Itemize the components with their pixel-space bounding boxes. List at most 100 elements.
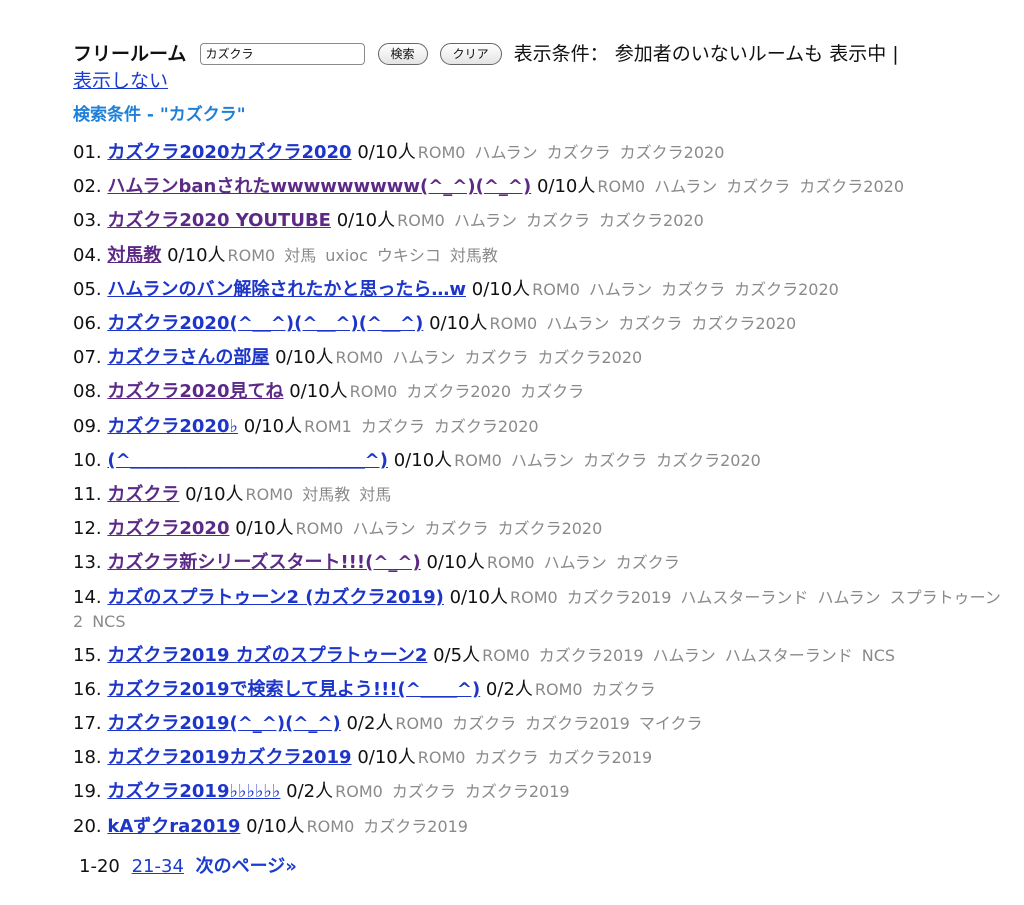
room-tag: カズクラ2020	[734, 279, 839, 299]
search-button[interactable]: 検索	[377, 42, 428, 65]
room-rom-count: ROM0	[349, 382, 398, 402]
room-tag: カズクラ2020	[497, 519, 603, 539]
room-tag: カズクラ2020	[406, 382, 512, 402]
room-member-count: 0/10人	[243, 415, 303, 437]
search-input[interactable]	[200, 42, 366, 65]
room-rom-count: ROM0	[397, 211, 445, 231]
next-page-link[interactable]: 次のページ»	[196, 856, 297, 877]
room-rom-count: ROM0	[532, 279, 580, 299]
room-name-link[interactable]: カズのスプラトゥーン2 (カズクラ2019)	[107, 587, 443, 608]
room-member-count: 0/10人	[246, 815, 305, 837]
room-tag: ウキシコ	[376, 245, 441, 265]
pagination-page-link[interactable]: 21-34	[132, 856, 184, 877]
room-rom-count: ROM0	[509, 587, 558, 607]
room-number: 18.	[73, 747, 102, 769]
room-tag: カズクラ2019	[566, 587, 672, 607]
room-row: 19. カズクラ2019♭♭♭♭♭♭ 0/2人 ROM0 カズクラ カズクラ2019	[73, 775, 1024, 809]
room-number: 02.	[73, 176, 102, 198]
room-member-count: 0/10人	[357, 747, 416, 769]
room-number: 03.	[73, 210, 102, 232]
room-name-link[interactable]: カズクラ2019で検索して見よう!!!(^＿＿^)	[107, 679, 480, 700]
room-row: 10. (^＿＿＿＿＿＿＿＿＿＿＿＿＿^) 0/10人 ROM0 ハムラン カズクラカ…	[73, 444, 1024, 478]
room-number: 12.	[73, 518, 102, 540]
room-member-count: 0/10人	[471, 278, 531, 300]
room-name-link[interactable]: カズクラ2019 カズのスプラトゥーン2	[107, 645, 427, 666]
room-member-count: 0/2人	[485, 678, 533, 700]
room-number: 14.	[73, 586, 102, 608]
room-rom-count: ROM0	[597, 177, 646, 197]
room-member-count: 0/10人	[235, 518, 294, 540]
room-tag: カズクラ2019	[464, 782, 570, 802]
room-tag: ハムラン	[352, 519, 416, 539]
room-rom-count: ROM0	[417, 748, 466, 768]
room-tag: ハムラン	[654, 177, 718, 197]
room-row: 07. カズクラさんの部屋 0/10人 ROM0 ハムラン カズクラ カズクラ2020	[73, 341, 1024, 375]
room-tag: カズクラ2019	[547, 748, 653, 768]
room-name-link[interactable]: カズクラ2019♭♭♭♭♭♭	[107, 781, 280, 802]
room-name-link[interactable]: ハムランのバン解除されたかと思ったら…w	[107, 279, 466, 300]
search-condition: 検索条件 - "カズクラ"	[73, 105, 246, 125]
room-number: 05.	[73, 278, 102, 300]
room-number: 07.	[73, 347, 102, 369]
room-row: 01. カズクラ2020カズクラ2020 0/10人 ROM0 ハムラン カズクラ カズ…	[73, 136, 1024, 170]
room-name-link[interactable]: kAずクra2019	[107, 816, 240, 837]
room-row: 06. カズクラ2020(^＿^)(^＿^)(^＿^) 0/10人 ROM0 ハムラ…	[73, 307, 1024, 341]
room-number: 19.	[73, 781, 102, 803]
room-name-link[interactable]: カズクラ2020♭	[107, 416, 238, 437]
room-tag: カズクラ	[661, 279, 726, 299]
room-rom-count: ROM0	[482, 645, 530, 665]
room-name-link[interactable]: カズクラ2020	[107, 518, 229, 539]
room-rom-count: ROM0	[534, 679, 583, 699]
room-row: 04. 対馬教 0/10人 ROM0 対馬 uxioc ウキシコ 対馬教	[73, 239, 1024, 273]
room-tag: ハムラン	[817, 587, 881, 607]
room-name-link[interactable]: カズクラ2020カズクラ2020	[107, 142, 351, 163]
room-number: 11.	[73, 484, 102, 506]
room-member-count: 0/10人	[275, 347, 334, 369]
room-name-link[interactable]: 対馬教	[107, 245, 161, 266]
room-tag: ハムラン	[546, 314, 610, 334]
room-tag: ハムスターランド	[724, 645, 853, 665]
room-rom-count: ROM0	[486, 553, 535, 573]
room-number: 13.	[73, 552, 102, 574]
room-rom-count: ROM0	[395, 714, 444, 734]
room-member-count: 0/10人	[336, 210, 396, 232]
room-rom-count: ROM1	[304, 416, 352, 436]
room-tag: NCS	[92, 611, 126, 631]
room-name-link[interactable]: カズクラ2019カズクラ2019	[107, 747, 351, 768]
room-name-link[interactable]: カズクラ	[107, 484, 179, 505]
room-tag: カズクラ	[520, 382, 585, 402]
room-rom-count: ROM0	[454, 450, 502, 470]
room-tag: カズクラ	[424, 519, 489, 539]
room-name-link[interactable]: カズクラさんの部屋	[107, 347, 269, 368]
room-rom-count: ROM0	[245, 485, 294, 505]
room-name-link[interactable]: ハムランbanされたwwwwwwwww(^_^)(^_^)	[107, 176, 531, 197]
room-name-link[interactable]: カズクラ2020見てね	[107, 381, 283, 402]
display-condition-label: 表示条件：	[513, 43, 609, 65]
room-tag: ハムラン	[474, 143, 538, 162]
room-tag: ハムラン	[543, 553, 607, 573]
room-row: 11. カズクラ 0/10人 ROM0 対馬教 対馬	[73, 478, 1024, 512]
room-name-link[interactable]: カズクラ2020 YOUTUBE	[107, 210, 331, 231]
room-row: 09. カズクラ2020♭ 0/10人 ROM1 カズクラ カズクラ2020	[73, 410, 1024, 444]
room-member-count: 0/2人	[286, 781, 334, 803]
room-name-link[interactable]: カズクラ新シリーズスタート!!!(^_^)	[107, 552, 420, 573]
clear-button[interactable]: クリア	[439, 42, 502, 65]
room-member-count: 0/10人	[429, 313, 488, 335]
header-bar: フリールーム 検索 クリア 表示条件： 参加者のいないルームも 表示中 |	[73, 40, 1024, 68]
room-tag: ハムラン	[453, 211, 518, 231]
room-name-link[interactable]: カズクラ2020(^＿^)(^＿^)(^＿^)	[107, 313, 423, 334]
room-tag: 対馬教	[449, 245, 498, 265]
room-tag: 対馬	[359, 485, 392, 505]
room-name-link[interactable]: カズクラ2019(^_^)(^_^)	[107, 713, 340, 734]
room-tag: カズクラ	[526, 211, 591, 231]
room-name-link[interactable]: (^＿＿＿＿＿＿＿＿＿＿＿＿＿^)	[107, 450, 388, 471]
room-member-count: 0/10人	[167, 244, 226, 266]
room-list: 01. カズクラ2020カズクラ2020 0/10人 ROM0 ハムラン カズクラ カズ…	[73, 136, 1024, 844]
room-rom-count: ROM0	[417, 143, 466, 162]
hide-empty-rooms-link[interactable]: 表示しない	[73, 70, 168, 92]
room-tag: カズクラ2020	[691, 314, 797, 334]
room-tag: カズクラ2020	[433, 416, 539, 436]
room-row: 18. カズクラ2019カズクラ2019 0/10人 ROM0 カズクラ カズクラ20…	[73, 741, 1024, 775]
room-tag: ハムラン	[588, 279, 653, 299]
room-tag: 対馬	[284, 245, 317, 265]
